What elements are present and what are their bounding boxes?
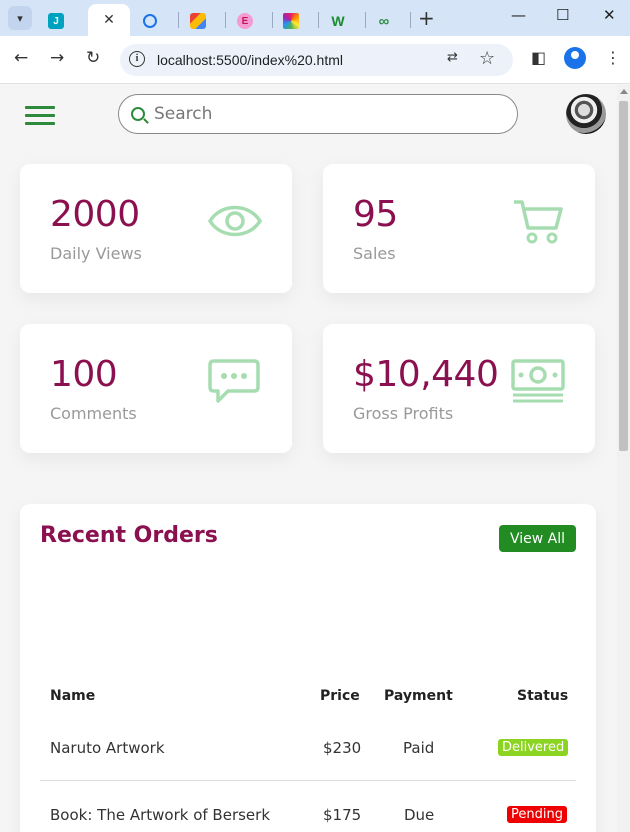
- search-box[interactable]: [118, 94, 518, 134]
- comment-icon: [208, 359, 260, 403]
- order-price: $230: [323, 739, 362, 757]
- back-arrow-icon[interactable]: ←: [14, 48, 28, 68]
- tab-geeks[interactable]: ∞: [376, 6, 392, 36]
- app-header: [0, 85, 617, 147]
- stat-label: Sales: [353, 244, 396, 263]
- table-row[interactable]: Book: The Artwork of Berserk $175 Due Pe…: [40, 781, 576, 832]
- translate-icon[interactable]: ⇄: [447, 50, 458, 65]
- tab-colorful[interactable]: [283, 6, 299, 36]
- tab-jira[interactable]: J: [48, 6, 64, 36]
- tab-w[interactable]: W: [330, 6, 346, 36]
- w-tab-icon: W: [331, 13, 345, 29]
- search-icon: [131, 107, 145, 121]
- stat-card-daily-views: 2000 Daily Views: [20, 164, 292, 293]
- stat-label: Comments: [50, 404, 137, 423]
- table-row[interactable]: Naruto Artwork $230 Paid Delivered: [40, 714, 576, 781]
- order-price: $175: [323, 806, 362, 824]
- jira-icon: J: [48, 13, 64, 29]
- stat-value: 2000: [50, 194, 140, 235]
- stat-value: 95: [353, 194, 398, 235]
- status-badge: Pending: [507, 806, 567, 823]
- order-payment: Due: [404, 806, 435, 824]
- stat-card-gross-profits: $10,440 Gross Profits: [323, 324, 595, 453]
- order-name: Naruto Artwork: [50, 739, 165, 757]
- orders-title: Recent Orders: [40, 523, 218, 548]
- scroll-up-arrow-icon[interactable]: [620, 89, 628, 94]
- tab-chrome[interactable]: [143, 6, 157, 36]
- search-input[interactable]: [154, 103, 494, 125]
- stat-value: $10,440: [353, 354, 499, 395]
- tab-separator: [410, 12, 411, 28]
- more-menu-icon[interactable]: ⋮: [605, 48, 621, 67]
- geeks-tab-icon: ∞: [378, 12, 390, 30]
- column-header-price: Price: [320, 688, 360, 704]
- tab-separator: [365, 12, 366, 28]
- active-tab[interactable]: ✕: [88, 4, 130, 36]
- side-panel-icon[interactable]: ◧: [531, 48, 546, 67]
- page-scrollbar[interactable]: [617, 85, 630, 832]
- column-header-status: Status: [517, 688, 569, 704]
- window-close-button[interactable]: ✕: [603, 6, 616, 24]
- tab-apps[interactable]: [190, 6, 206, 36]
- stat-label: Daily Views: [50, 244, 142, 263]
- order-payment: Paid: [403, 739, 435, 757]
- scrollbar-thumb[interactable]: [619, 101, 628, 451]
- stat-card-sales: 95 Sales: [323, 164, 595, 293]
- minimize-button[interactable]: —: [511, 6, 526, 24]
- tab-elementor[interactable]: E: [237, 6, 253, 36]
- view-all-button[interactable]: View All: [499, 525, 576, 552]
- site-info-icon[interactable]: i: [129, 51, 145, 67]
- tab-separator: [272, 12, 273, 28]
- profile-icon[interactable]: [564, 47, 586, 69]
- url-text[interactable]: localhost:5500/index%20.html: [157, 52, 343, 68]
- stat-label: Gross Profits: [353, 404, 454, 423]
- cart-icon: [514, 200, 563, 244]
- reload-icon[interactable]: ↻: [86, 48, 100, 68]
- tab-separator: [225, 12, 226, 28]
- status-badge: Delivered: [498, 739, 569, 756]
- stat-card-comments: 100 Comments: [20, 324, 292, 453]
- eye-icon: [207, 205, 263, 237]
- avatar[interactable]: [566, 94, 606, 134]
- stat-value: 100: [50, 354, 118, 395]
- address-bar[interactable]: i localhost:5500/index%20.html ⇄ ☆: [120, 44, 513, 76]
- new-tab-button[interactable]: +: [418, 6, 435, 30]
- chrome-tab-icon: [143, 14, 157, 28]
- bookmark-star-icon[interactable]: ☆: [479, 48, 495, 69]
- menu-toggle-icon[interactable]: [25, 106, 55, 126]
- close-icon[interactable]: ✕: [103, 12, 115, 28]
- column-header-name: Name: [50, 688, 96, 704]
- browser-toolbar: ← → ↻ i localhost:5500/index%20.html ⇄ ☆…: [0, 36, 630, 84]
- colorful-tab-icon: [283, 13, 299, 29]
- browser-tab-bar: ▾ J ✕ E W ∞ + — ☐ ✕: [0, 0, 630, 36]
- elementor-tab-icon: E: [237, 13, 253, 29]
- forward-arrow-icon[interactable]: →: [50, 48, 64, 68]
- column-header-payment: Payment: [384, 688, 453, 704]
- tab-separator: [178, 12, 179, 28]
- order-name: Book: The Artwork of Berserk: [50, 806, 271, 824]
- tab-separator: [318, 12, 319, 28]
- maximize-button[interactable]: ☐: [556, 6, 569, 24]
- cash-icon: [511, 359, 565, 403]
- apps-tab-icon: [190, 13, 206, 29]
- recent-orders-panel: Recent Orders View All Name Price Paymen…: [20, 504, 596, 832]
- tab-search-button[interactable]: ▾: [8, 6, 32, 30]
- page-viewport: 2000 Daily Views 95 Sales 100 Comments $…: [0, 85, 617, 832]
